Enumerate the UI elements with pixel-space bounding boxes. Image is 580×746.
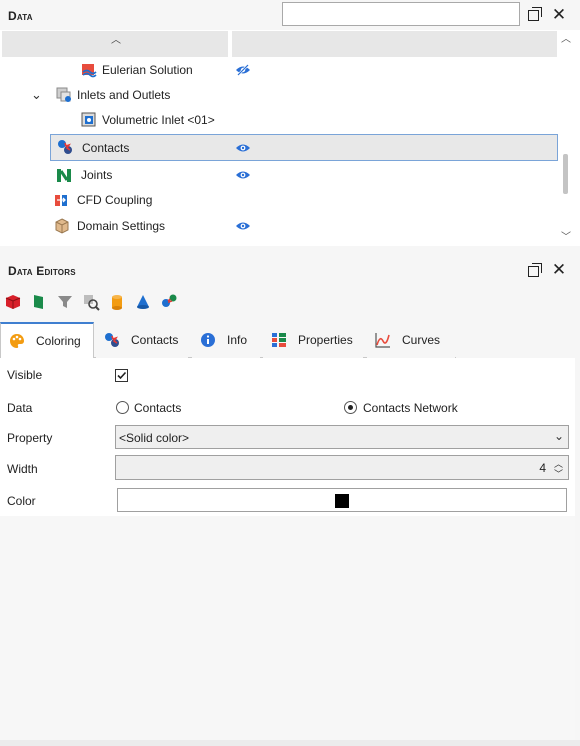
close-icon[interactable]: ✕ [551,6,567,23]
cfd-coupling-icon [55,195,67,206]
tree-row-volumetric-inlet[interactable]: Volumetric Inlet <01> [0,108,558,133]
palette-icon [10,334,24,348]
chevron-down-icon[interactable]: ⌄ [31,87,42,103]
eye-icon[interactable] [235,169,251,181]
scroll-thumb[interactable] [563,154,568,194]
property-select-value: <Solid color> [119,431,190,445]
editor-tabs: Coloring Contacts Info Properties Curves [0,322,456,359]
property-label: Property [7,431,53,445]
restore-icon[interactable] [525,262,542,279]
bottom-strip [0,740,580,746]
editor-empty-area [0,516,575,740]
tree-row-inlets-and-outlets[interactable]: ⌄ Inlets and Outlets [0,83,558,108]
column-header-name[interactable]: ︿ [2,31,228,57]
joints-icon [57,169,71,182]
selection-highlight [230,134,558,161]
red-cube-icon[interactable] [4,293,22,311]
tree-row-cfd-coupling[interactable]: CFD Coupling [0,188,558,213]
data-panel-title: Data [8,9,33,23]
tab-properties[interactable]: Properties [263,322,363,358]
radio-contacts-network[interactable] [344,401,357,414]
radio-contacts[interactable] [116,401,129,414]
data-panel: Data ✕ ︿ Eulerian Solution ⌄ Inlets and … [0,0,580,246]
tree-label: Volumetric Inlet <01> [102,113,215,127]
checkmark-icon [117,371,127,380]
filter-icon[interactable] [56,293,74,311]
info-icon [201,333,215,347]
contacts-icon [105,333,119,347]
visible-checkbox[interactable] [115,369,128,382]
eulerian-icon [82,64,97,78]
tab-info[interactable]: Info [192,322,260,358]
property-select[interactable]: <Solid color> ⌄ [115,425,569,449]
column-header-visibility[interactable] [232,31,557,57]
tree-label: Contacts [82,141,130,155]
tree-row-joints[interactable]: Joints [0,163,558,188]
curves-icon [375,333,390,348]
radio-contacts-network-label: Contacts Network [363,401,458,415]
tab-coloring[interactable]: Coloring [0,322,94,359]
data-label: Data [7,401,33,415]
tree-label: Eulerian Solution [102,63,193,77]
width-value: 4 [539,461,546,475]
chevron-down-icon: ⌄ [553,429,564,443]
data-editors-header: Data Editors ✕ [0,256,580,284]
sort-ascending-icon: ︿ [111,35,121,46]
tree-row-eulerian-solution[interactable]: Eulerian Solution [0,58,558,83]
eye-icon[interactable] [235,142,251,154]
tab-label: Properties [298,333,353,347]
color-label: Color [7,494,36,508]
tree-label: Inlets and Outlets [77,88,171,102]
green-flag-icon[interactable] [30,293,48,311]
vertical-scrollbar[interactable]: ︿ ﹀ [558,30,574,244]
cone-icon[interactable] [134,293,152,311]
tree-label: Joints [81,168,113,182]
domain-settings-icon [55,218,69,234]
eye-hidden-icon[interactable] [235,64,251,76]
radio-contacts-label: Contacts [134,401,182,415]
visible-label: Visible [7,368,43,382]
color-swatch [335,494,349,508]
tab-curves[interactable]: Curves [367,322,455,358]
search-zoom-icon[interactable] [82,293,100,311]
width-spinbox[interactable]: 4 ︿ ﹀ [115,455,569,480]
close-icon[interactable]: ✕ [551,261,567,278]
contacts-icon [58,140,72,154]
selection-highlight [50,134,231,161]
inlets-icon [56,87,71,102]
tree-label: Domain Settings [77,219,166,233]
tab-contacts[interactable]: Contacts [96,322,188,358]
scroll-down-icon[interactable]: ﹀ [561,228,571,243]
data-panel-header: Data ✕ [0,0,580,30]
volumetric-inlet-icon [81,112,96,127]
tree-label: CFD Coupling [77,193,153,207]
tab-label: Contacts [131,333,179,347]
data-editors-title: Data Editors [8,264,76,278]
contacts-small-icon[interactable] [160,293,178,311]
cylinder-icon[interactable] [108,293,126,311]
tree-row-contacts[interactable]: Contacts [0,134,558,161]
tab-label: Info [227,333,248,347]
restore-icon[interactable] [525,6,542,23]
coloring-properties: Visible Data Contacts Contacts Network P… [0,358,575,516]
width-label: Width [7,462,38,476]
color-picker[interactable] [117,488,567,512]
data-search-input[interactable] [282,2,520,26]
properties-icon [272,333,286,347]
eye-icon[interactable] [235,220,251,232]
scroll-up-icon[interactable]: ︿ [561,30,571,45]
editors-toolbar [0,290,580,316]
spin-down-icon[interactable]: ﹀ [554,467,563,480]
tab-label: Coloring [36,334,81,348]
tab-label: Curves [402,333,441,347]
tree-row-domain-settings[interactable]: Domain Settings [0,214,558,239]
